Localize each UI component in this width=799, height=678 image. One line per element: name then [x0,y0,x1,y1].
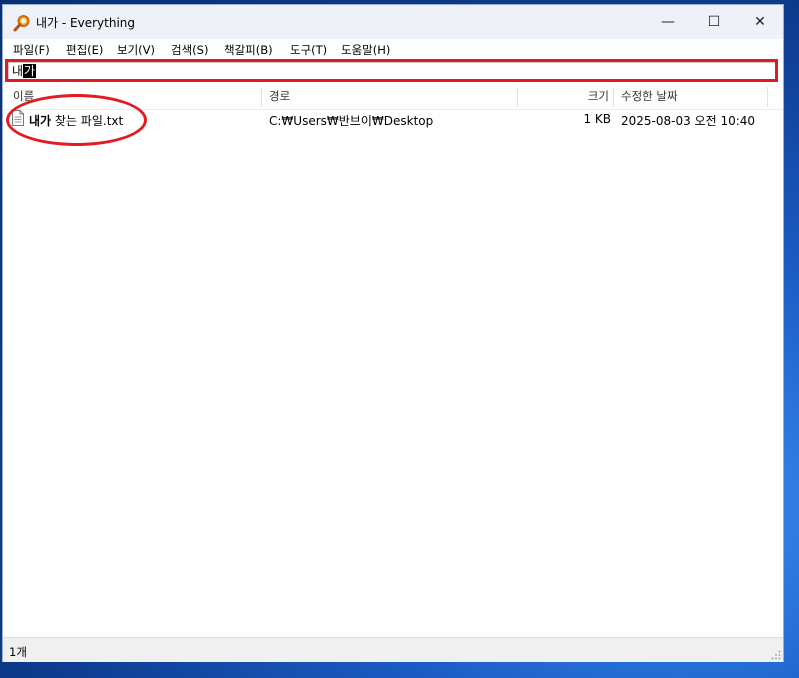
maximize-icon: ☐ [707,14,721,30]
column-divider[interactable] [767,87,768,107]
title-bar[interactable]: 내가 - Everything — ☐ ✕ [3,5,783,39]
menu-bar: 파일(F) 편집(E) 보기(V) 검색(S) 책갈피(B) 도구(T) 도움말… [3,39,783,59]
close-button[interactable]: ✕ [737,5,783,39]
close-icon: ✕ [754,14,766,30]
file-modified: 2025-08-03 오전 10:40 [621,114,756,128]
maximize-button[interactable]: ☐ [691,5,737,39]
window-title: 내가 - Everything [36,16,136,30]
table-row[interactable]: 내가 찾는 파일.txt C:₩Users₩반브이₩Desktop 1 KB 2… [3,109,783,129]
menu-bookmarks[interactable]: 책갈피(B) [224,42,273,58]
column-divider[interactable] [261,87,262,107]
column-size[interactable]: 크기 [518,85,611,109]
column-header: 이름 경로 크기 수정한 날짜 [3,85,783,110]
text-file-icon [12,110,24,126]
result-count: 1개 [9,645,27,659]
menu-edit[interactable]: 편집(E) [66,42,103,58]
file-name-match: 내가 [29,114,52,128]
menu-search[interactable]: 검색(S) [171,42,208,58]
search-selected-text: 가 [23,64,37,78]
minimize-icon: — [661,14,675,30]
everything-window: 내가 - Everything — ☐ ✕ 파일(F) 편집(E) 보기(V) … [2,4,784,662]
column-modified[interactable]: 수정한 날짜 [617,85,767,109]
column-name[interactable]: 이름 [9,85,261,109]
resize-grip-icon[interactable] [771,650,781,660]
menu-file[interactable]: 파일(F) [13,42,50,58]
status-bar: 1개 [3,637,783,662]
file-path: C:₩Users₩반브이₩Desktop [269,114,434,128]
magnifier-app-icon [13,15,30,32]
file-name-rest: 찾는 파일.txt [51,114,124,128]
column-path[interactable]: 경로 [265,85,517,109]
menu-help[interactable]: 도움말(H) [341,42,390,58]
file-size: 1 KB [583,112,611,126]
search-input-text: 내가 [12,64,37,78]
menu-view[interactable]: 보기(V) [117,42,155,58]
menu-tools[interactable]: 도구(T) [290,42,327,58]
search-input[interactable]: 내가 [8,62,776,81]
file-name: 내가 찾는 파일.txt [29,112,123,129]
column-divider[interactable] [613,87,614,107]
minimize-button[interactable]: — [645,5,691,39]
